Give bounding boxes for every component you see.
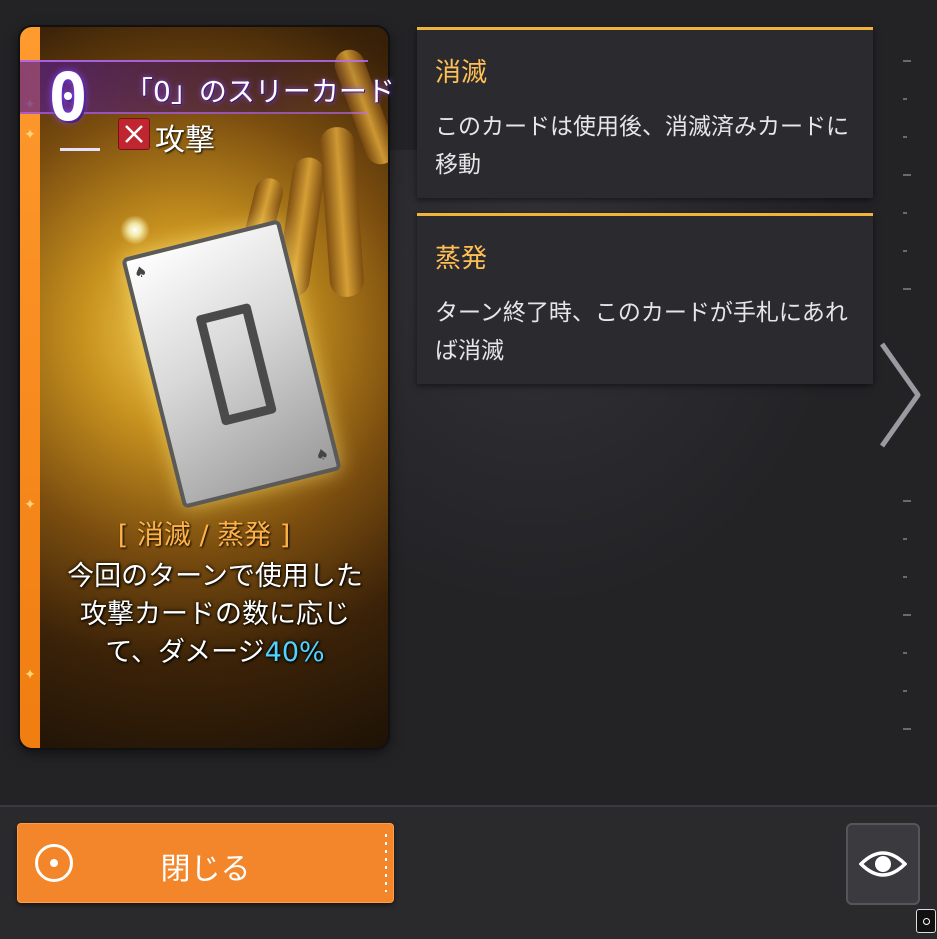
card-corner-mark: ♠ [314, 443, 331, 467]
keyword-description: このカードは使用後、消滅済みカードに移動 [435, 114, 849, 178]
card-corner-mark: ♠ [132, 261, 149, 285]
scroll-tick [903, 250, 907, 252]
card-type-label: 攻撃 [155, 123, 215, 158]
sparkle-icon: ✦ [24, 127, 36, 143]
scroll-tick [903, 652, 907, 654]
scroll-tick [903, 500, 911, 502]
scroll-tick [903, 576, 907, 578]
scroll-tick [903, 174, 911, 176]
keyword-panel: 蒸発 ターン終了時、このカードが手札にあれば消滅 [417, 213, 873, 384]
scroll-tick [903, 136, 907, 138]
card-tags: [ 消滅 / 蒸発 ] [117, 520, 291, 551]
zero-glyph-art [195, 302, 278, 426]
target-icon [916, 909, 936, 933]
keyword-title: 消滅 [435, 58, 488, 88]
view-button[interactable] [846, 823, 920, 905]
sparkle-icon: ✦ [24, 667, 36, 683]
damage-value: 40% [264, 637, 325, 668]
card-cost: 0 [42, 58, 94, 138]
hand-finger-art [319, 126, 365, 298]
card-cost-value: 0 [48, 59, 88, 136]
cost-underline [60, 148, 100, 151]
sparkle-highlight [120, 215, 150, 245]
eye-icon [859, 851, 907, 877]
sparkle-icon: ✦ [24, 497, 36, 513]
card-description: 今回のターンで使用した攻撃カードの数に応じて、ダメージ40% [60, 558, 370, 672]
scroll-tick [903, 538, 907, 540]
scroll-tick [903, 212, 907, 214]
card-name: 「0」のスリーカード [125, 75, 395, 108]
close-button[interactable]: 閉じる [17, 823, 394, 903]
crossed-swords-icon [118, 118, 150, 150]
keyword-description: ターン終了時、このカードが手札にあれば消滅 [435, 300, 848, 364]
scroll-tick [903, 98, 907, 100]
scroll-tick [903, 728, 911, 730]
scroll-tick [903, 614, 911, 616]
close-button-label: 閉じる [160, 852, 251, 887]
card-side-strip: ✦ ✦ ✦ ✦ [20, 27, 40, 748]
scroll-tick [903, 690, 907, 692]
keyword-panel: 消滅 このカードは使用後、消滅済みカードに移動 [417, 27, 873, 198]
keyword-title: 蒸発 [435, 244, 488, 274]
scroll-tick [903, 60, 911, 62]
button-edge-decoration [385, 834, 387, 892]
chevron-right-icon[interactable] [876, 340, 924, 450]
scroll-tick [903, 288, 911, 290]
